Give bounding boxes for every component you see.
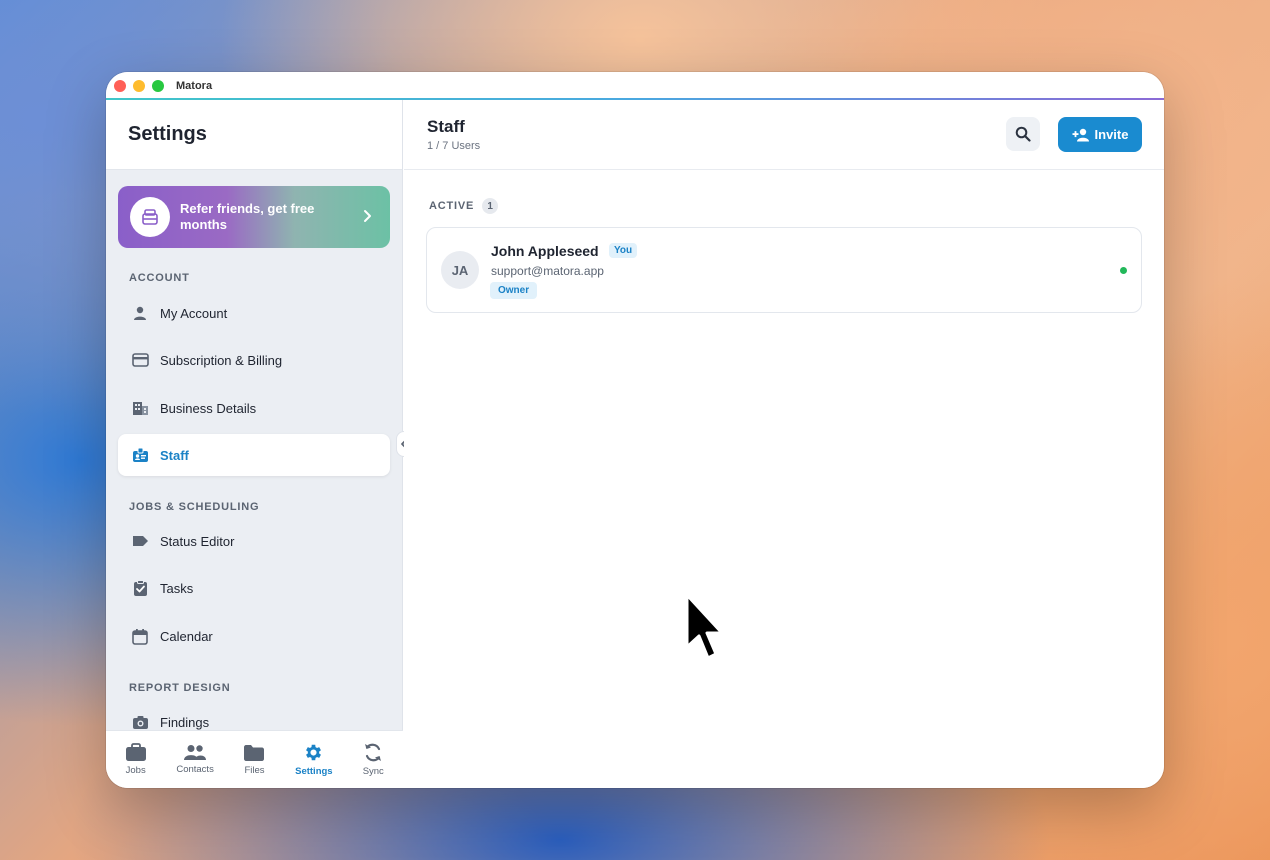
tab-contacts[interactable]: Contacts: [166, 744, 224, 775]
user-card[interactable]: JA John Appleseed You support@matora.app…: [426, 227, 1142, 313]
tab-label: Files: [244, 764, 265, 776]
clipboard-check-icon: [130, 578, 150, 598]
sidebar-item-label: Subscription & Billing: [160, 352, 283, 368]
main-panel: Staff 1 / 7 Users Invite ACTIVE 1 JA Joh…: [404, 100, 1164, 788]
window-controls: [114, 80, 164, 92]
sidebar-item-my-account[interactable]: My Account: [118, 292, 390, 334]
close-window-button[interactable]: [114, 80, 126, 92]
tab-label: Sync: [362, 766, 384, 777]
section-label-report-design: REPORT DESIGN: [129, 682, 231, 694]
folder-icon: [244, 744, 265, 761]
you-badge: You: [609, 243, 638, 258]
page-title: Staff: [427, 117, 465, 136]
sidebar: Settings Refer friends, get free months …: [106, 100, 403, 788]
sidebar-header: Settings: [106, 100, 402, 170]
sidebar-item-tasks[interactable]: Tasks: [118, 567, 390, 609]
badge-icon: [130, 445, 150, 465]
main-header: Staff 1 / 7 Users Invite: [404, 100, 1164, 170]
sidebar-title: Settings: [128, 123, 207, 145]
invite-button[interactable]: Invite: [1058, 117, 1142, 152]
sidebar-item-label: Tasks: [160, 580, 194, 596]
avatar: JA: [441, 251, 479, 289]
sidebar-item-status-editor[interactable]: Status Editor: [118, 520, 390, 562]
tab-jobs[interactable]: Jobs: [107, 743, 165, 776]
add-user-icon: [1072, 128, 1089, 141]
user-name: John Appleseed: [491, 243, 599, 259]
tab-label: Settings: [295, 766, 333, 777]
tab-label: Jobs: [125, 765, 146, 776]
title-bar: Matora: [106, 72, 1164, 100]
people-icon: [184, 745, 207, 760]
sidebar-item-label: Findings: [160, 714, 210, 730]
tab-settings[interactable]: Settings: [285, 742, 343, 777]
building-icon: [130, 398, 150, 418]
active-count-badge: 1: [482, 198, 499, 214]
active-label: ACTIVE: [429, 200, 475, 212]
promo-text: Refer friends, get free months: [180, 201, 315, 232]
briefcase-icon: [125, 743, 146, 761]
sidebar-item-label: Status Editor: [160, 533, 235, 549]
tag-icon: [130, 531, 150, 551]
user-email: support@matora.app: [491, 264, 604, 278]
role-badge: Owner: [490, 282, 538, 299]
sync-icon: [365, 743, 382, 762]
app-window: Matora Settings Refer friends, get free …: [106, 72, 1164, 788]
user-count: 1 / 7 Users: [427, 140, 481, 152]
active-section-heading: ACTIVE 1: [429, 198, 499, 214]
sidebar-item-label: Calendar: [160, 628, 213, 644]
tab-files[interactable]: Files: [225, 744, 283, 776]
gift-card-icon: [130, 197, 170, 237]
minimize-window-button[interactable]: [133, 80, 145, 92]
referral-promo-banner[interactable]: Refer friends, get free months: [118, 186, 390, 248]
maximize-window-button[interactable]: [152, 80, 164, 92]
search-button[interactable]: [1006, 117, 1040, 151]
calendar-icon: [130, 626, 150, 646]
sidebar-item-staff[interactable]: Staff: [118, 434, 390, 476]
sidebar-item-label: My Account: [160, 305, 228, 321]
search-icon: [1015, 126, 1031, 142]
camera-icon: [130, 712, 150, 732]
bottom-tab-bar: Jobs Contacts Files Settings Sync: [106, 730, 403, 788]
app-title: Matora: [176, 80, 213, 92]
tab-label: Contacts: [176, 764, 214, 775]
sidebar-item-label: Business Details: [160, 400, 257, 416]
chevron-right-icon: [364, 210, 371, 222]
invite-label: Invite: [1094, 127, 1129, 142]
online-status-indicator: [1120, 267, 1127, 274]
sidebar-item-calendar[interactable]: Calendar: [118, 615, 390, 657]
credit-card-icon: [130, 350, 150, 370]
sidebar-item-label: Staff: [160, 447, 189, 463]
tab-sync[interactable]: Sync: [344, 742, 402, 777]
gear-icon: [306, 744, 322, 761]
mouse-cursor-icon: [685, 593, 724, 660]
section-label-jobs-scheduling: JOBS & SCHEDULING: [129, 501, 260, 513]
person-icon: [130, 303, 150, 323]
sidebar-item-business-details[interactable]: Business Details: [118, 387, 390, 429]
section-label-account: ACCOUNT: [129, 272, 190, 284]
sidebar-item-subscription-billing[interactable]: Subscription & Billing: [118, 339, 390, 381]
